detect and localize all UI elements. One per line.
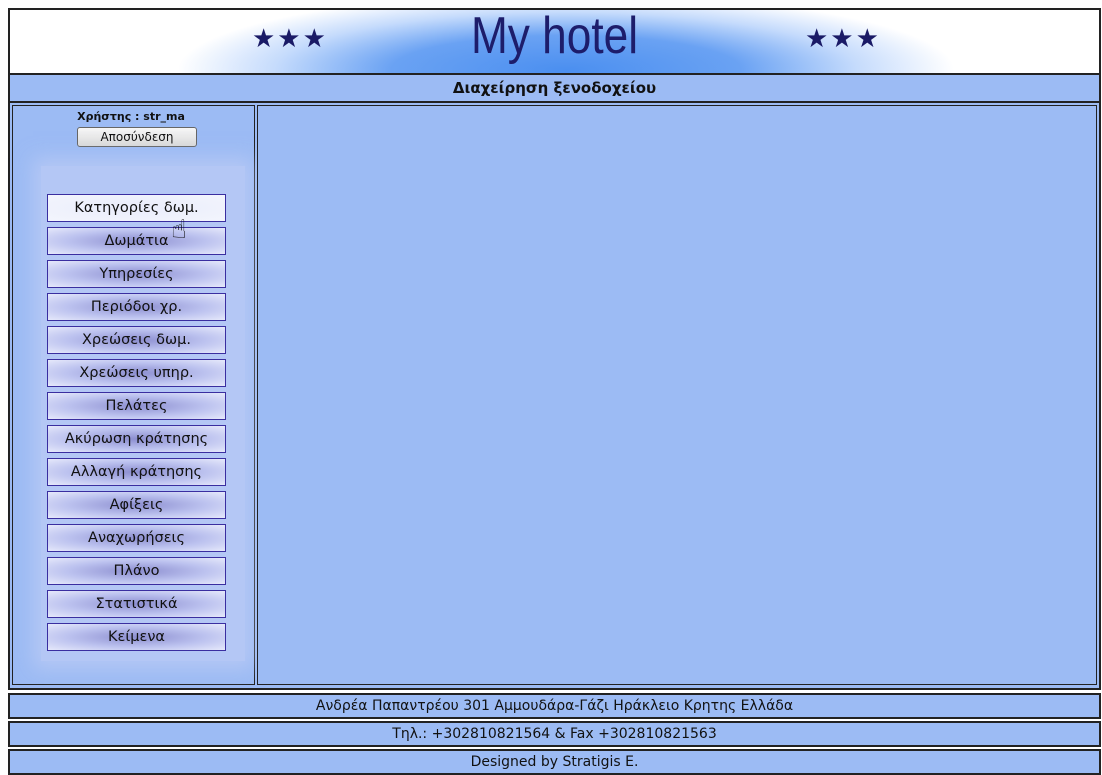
menu-item-rooms[interactable]: Δωμάτια <box>47 227 226 255</box>
page: ★★★ My hotel ★★★ Διαχείρηση ξενοδοχείου … <box>0 0 1102 775</box>
menu-item-statistics[interactable]: Στατιστικά <box>47 590 226 618</box>
menu-item-departures[interactable]: Αναχωρήσεις <box>47 524 226 552</box>
logout-button[interactable]: Αποσύνδεση <box>77 127 197 147</box>
menu-item-services[interactable]: Υπηρεσίες <box>47 260 226 288</box>
menu-item-cancel-reservation[interactable]: Ακύρωση κράτησης <box>47 425 226 453</box>
footer-address: Ανδρέα Παπαντρέου 301 Αμμουδάρα-Γάζι Ηρά… <box>8 693 1101 719</box>
user-label: Χρήστης : str_ma <box>77 110 185 123</box>
content-area <box>257 105 1097 685</box>
menu-item-room-charges[interactable]: Χρεώσεις δωμ. <box>47 326 226 354</box>
sidebar: Χρήστης : str_ma Αποσύνδεση Κατηγορίες δ… <box>12 105 255 685</box>
menu-item-charge-periods[interactable]: Περιόδοι χρ. <box>47 293 226 321</box>
footer-credit: Designed by Stratigis E. <box>8 749 1101 775</box>
stars-right: ★★★ <box>805 24 881 54</box>
footer-phone: Τηλ.: +302810821564 & Fax +302810821563 <box>8 721 1101 747</box>
page-subtitle: Διαχείρηση ξενοδοχείου <box>8 73 1101 103</box>
main-area: Χρήστης : str_ma Αποσύνδεση Κατηγορίες δ… <box>8 103 1101 690</box>
menu-item-texts[interactable]: Κείμενα <box>47 623 226 651</box>
menu-item-customers[interactable]: Πελάτες <box>47 392 226 420</box>
menu-item-change-reservation[interactable]: Αλλαγή κράτησης <box>47 458 226 486</box>
menu-item-room-categories[interactable]: Κατηγορίες δωμ. <box>47 194 226 222</box>
header-banner: ★★★ My hotel ★★★ <box>8 8 1101 73</box>
menu-item-arrivals[interactable]: Αφίξεις <box>47 491 226 519</box>
menu-item-service-charges[interactable]: Χρεώσεις υπηρ. <box>47 359 226 387</box>
hand-cursor-icon: ☝ <box>171 215 187 245</box>
menu-item-plan[interactable]: Πλάνο <box>47 557 226 585</box>
